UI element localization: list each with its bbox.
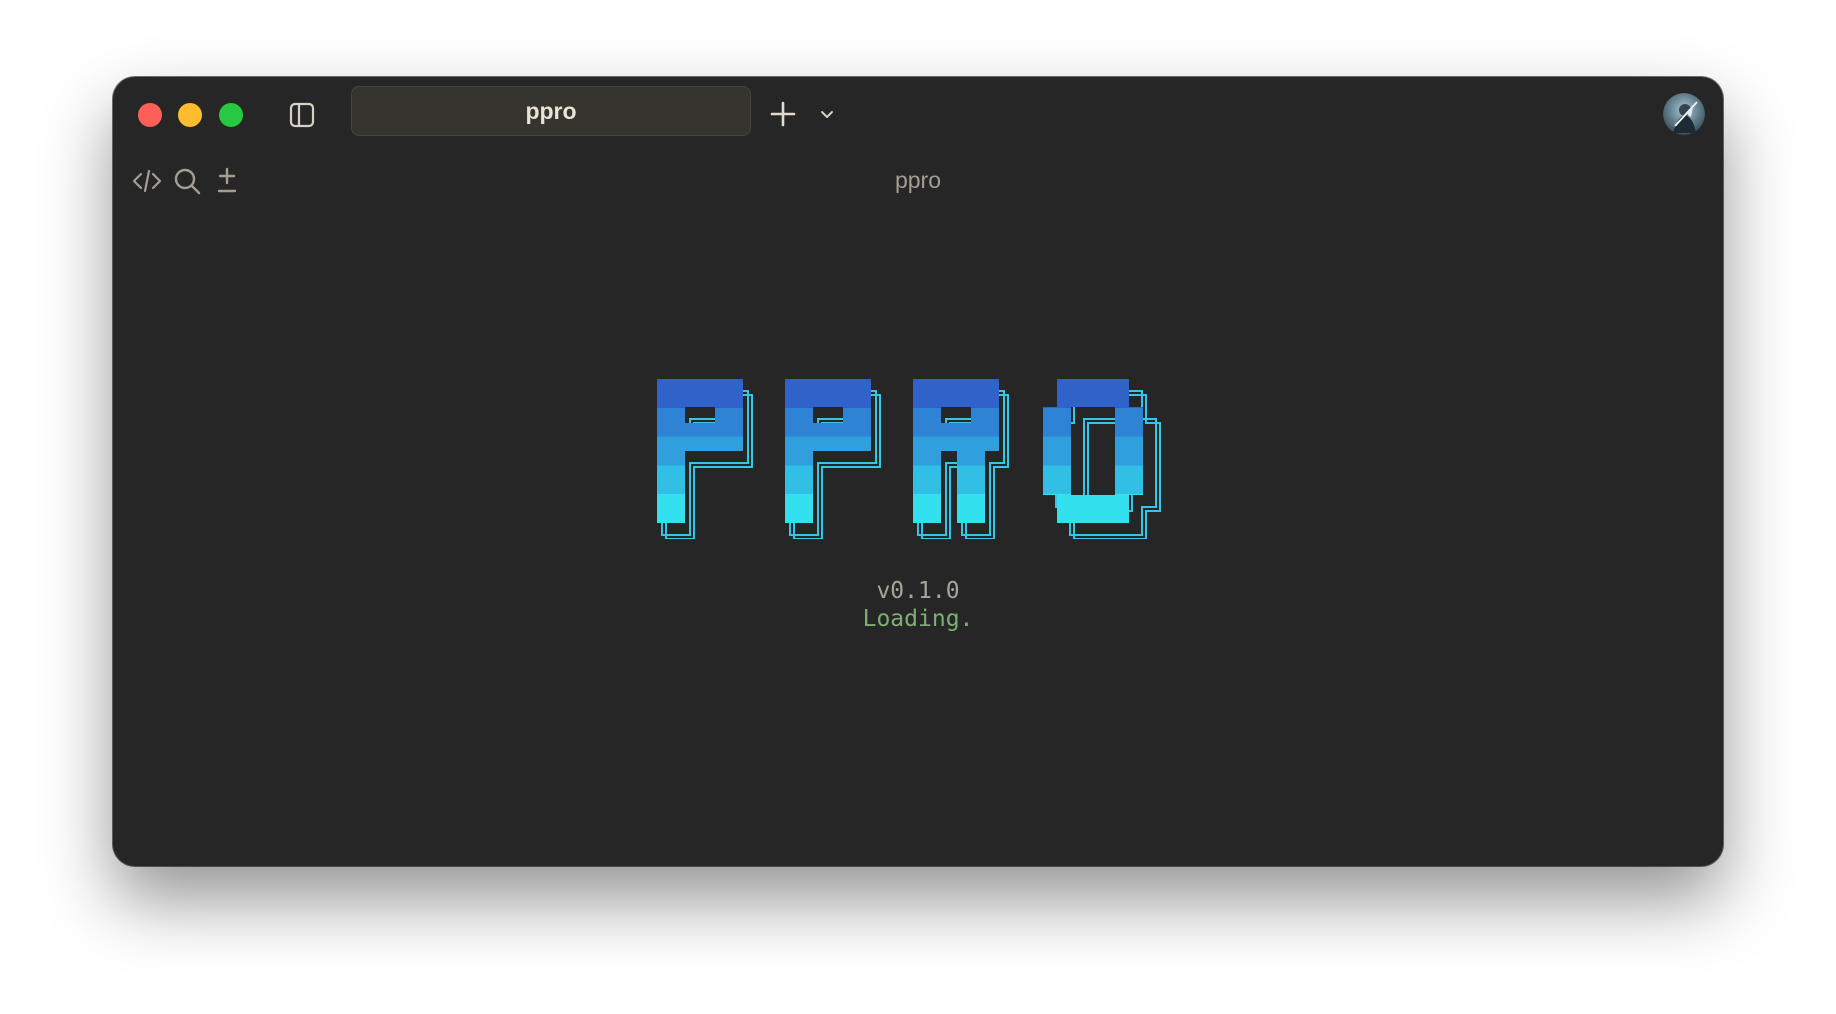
logo-letter-p2	[785, 379, 871, 523]
loading-status: Loading.	[862, 606, 974, 632]
terminal-window: ppro ppro v0.1.0 Loading.	[113, 77, 1723, 866]
logo-letter-o	[1043, 379, 1143, 523]
zoom-button[interactable]	[219, 103, 243, 127]
avatar-image	[1663, 93, 1705, 135]
user-avatar[interactable]	[1663, 93, 1705, 135]
pane-title: ppro	[894, 167, 942, 193]
logo-letter-p1	[657, 379, 743, 523]
title-bar[interactable]: ppro	[113, 77, 1723, 149]
version-label: v0.1.0	[876, 578, 960, 604]
tab-label: ppro	[525, 97, 577, 124]
sidebar-icon[interactable]	[286, 99, 318, 131]
plus-icon[interactable]	[767, 98, 799, 130]
close-button[interactable]	[138, 103, 162, 127]
chevron-down-icon[interactable]	[816, 103, 838, 125]
tab-ppro[interactable]: ppro	[351, 86, 751, 136]
screen: ppro ppro v0.1.0 Loading.	[0, 0, 1836, 1014]
ppro-logo	[657, 379, 1161, 539]
minimize-button[interactable]	[178, 103, 202, 127]
logo-letter-r	[913, 379, 999, 523]
